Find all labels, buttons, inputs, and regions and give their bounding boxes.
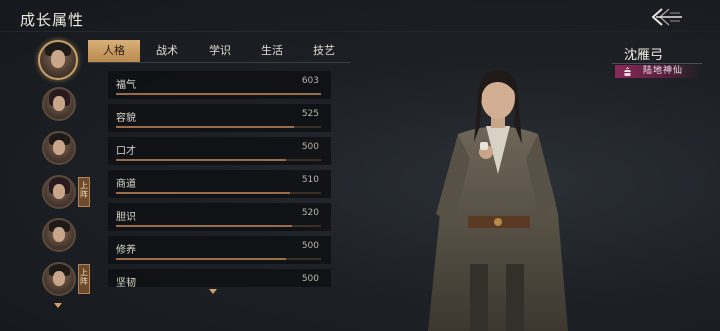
rank-badge: 陆地神仙 <box>615 65 700 78</box>
deployed-badge: 上阵 <box>78 264 90 294</box>
deployed-badge: 上阵 <box>78 177 90 207</box>
list-scroll-chevron-icon[interactable] <box>209 289 217 294</box>
attribute-value: 500 <box>301 142 319 152</box>
attribute-row: 容貌 525 <box>108 104 331 132</box>
attribute-row: 修养 500 <box>108 236 331 264</box>
attribute-row: 福气 603 <box>108 71 331 99</box>
attribute-list[interactable]: 福气 603 容貌 525 口才 500 商道 510 胆识 520 修养 50… <box>108 71 331 287</box>
attribute-name: 口才 <box>116 146 136 157</box>
attribute-row: 胆识 520 <box>108 203 331 231</box>
character-avatar-3[interactable] <box>42 131 76 165</box>
tab-personality[interactable]: 人格 <box>88 40 140 62</box>
rank-label: 陆地神仙 <box>643 66 684 76</box>
attribute-bar <box>116 258 321 260</box>
pagoda-icon <box>624 67 631 76</box>
attribute-name: 商道 <box>116 179 136 190</box>
attribute-bar <box>116 225 321 227</box>
attribute-name: 容貌 <box>116 113 136 124</box>
tab-knowledge[interactable]: 学识 <box>194 40 246 62</box>
header-divider <box>0 31 720 32</box>
character-portrait <box>428 70 568 331</box>
scroll-down-chevron-icon[interactable] <box>54 303 62 308</box>
attribute-name: 修养 <box>116 245 136 256</box>
attribute-bar <box>116 93 321 95</box>
tab-tactics[interactable]: 战术 <box>141 40 193 62</box>
attribute-row: 口才 500 <box>108 137 331 165</box>
character-avatar-5[interactable] <box>42 218 76 252</box>
attribute-bar <box>116 159 321 161</box>
attribute-value: 500 <box>301 274 319 284</box>
tab-divider <box>88 62 350 63</box>
page-title: 成长属性 <box>20 11 85 29</box>
character-avatar-1[interactable] <box>38 40 78 80</box>
attribute-value: 510 <box>301 175 319 185</box>
attribute-name: 胆识 <box>116 212 136 223</box>
attribute-bar <box>116 192 321 194</box>
character-avatar-4[interactable] <box>42 175 76 209</box>
name-divider <box>612 63 702 64</box>
attribute-row: 坚韧 500 <box>108 269 331 287</box>
character-avatar-6[interactable] <box>42 262 76 296</box>
character-avatar-2[interactable] <box>42 87 76 121</box>
tab-craft[interactable]: 技艺 <box>298 40 350 62</box>
attribute-value: 500 <box>301 241 319 251</box>
attribute-row: 商道 510 <box>108 170 331 198</box>
character-name: 沈雁弓 <box>624 48 664 63</box>
attribute-value: 525 <box>301 109 319 119</box>
attribute-bar <box>116 126 321 128</box>
category-tabs: 人格 战术 学识 生活 技艺 <box>88 40 350 62</box>
back-arrow-icon[interactable] <box>648 6 684 28</box>
attribute-name: 坚韧 <box>116 278 136 287</box>
attribute-name: 福气 <box>116 80 136 91</box>
attribute-value: 603 <box>301 76 319 86</box>
attribute-value: 520 <box>301 208 319 218</box>
tab-life[interactable]: 生活 <box>246 40 298 62</box>
